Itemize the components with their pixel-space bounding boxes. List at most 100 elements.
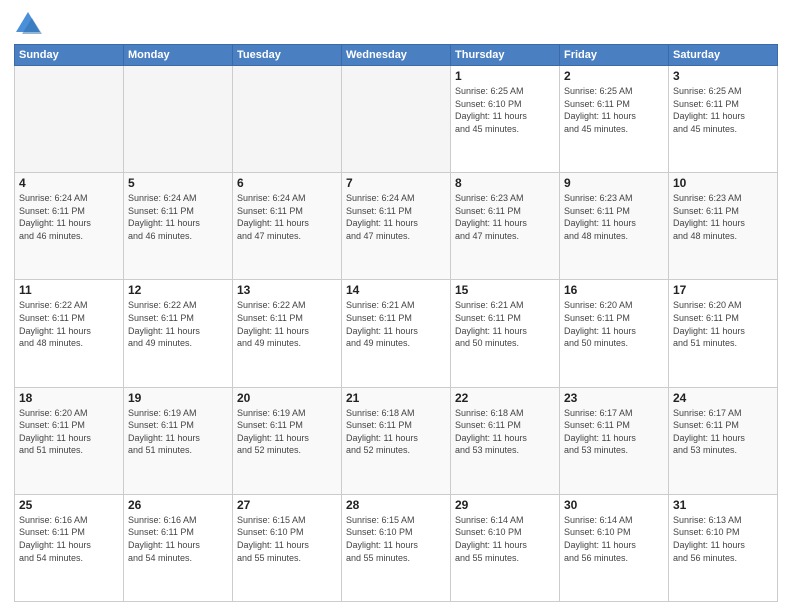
day-info: Sunrise: 6:20 AMSunset: 6:11 PMDaylight:… [19,407,119,457]
weekday-header-friday: Friday [560,45,669,66]
day-number: 19 [128,391,228,405]
calendar-cell [342,66,451,173]
calendar-cell: 30Sunrise: 6:14 AMSunset: 6:10 PMDayligh… [560,494,669,601]
day-info: Sunrise: 6:23 AMSunset: 6:11 PMDaylight:… [455,192,555,242]
day-number: 5 [128,176,228,190]
day-info: Sunrise: 6:21 AMSunset: 6:11 PMDaylight:… [346,299,446,349]
calendar-cell [233,66,342,173]
calendar-cell: 17 Sunrise: 6:20 AMSunset: 6:11 PMDayligh… [669,280,778,387]
day-info: Sunrise: 6:14 AMSunset: 6:10 PMDaylight:… [455,514,555,564]
day-number: 24 [673,391,773,405]
day-info: Sunrise: 6:15 AMSunset: 6:10 PMDaylight:… [346,514,446,564]
weekday-header-tuesday: Tuesday [233,45,342,66]
day-info: Sunrise: 6:25 AMSunset: 6:11 PMDaylight:… [673,85,773,135]
weekday-header-row: SundayMondayTuesdayWednesdayThursdayFrid… [15,45,778,66]
day-number: 28 [346,498,446,512]
header [14,10,778,38]
calendar-cell: 2 Sunrise: 6:25 AMSunset: 6:11 PMDaylight… [560,66,669,173]
day-number: 8 [455,176,555,190]
day-number: 1 [455,69,555,83]
day-number: 17 [673,283,773,297]
day-info: Sunrise: 6:18 AMSunset: 6:11 PMDaylight:… [455,407,555,457]
calendar-cell: 19 Sunrise: 6:19 AMSunset: 6:11 PMDayligh… [124,387,233,494]
weekday-header-sunday: Sunday [15,45,124,66]
day-info: Sunrise: 6:23 AMSunset: 6:11 PMDaylight:… [564,192,664,242]
calendar-cell: 22 Sunrise: 6:18 AMSunset: 6:11 PMDayligh… [451,387,560,494]
calendar-week-5: 25 Sunrise: 6:16 AMSunset: 6:11 PMDayligh… [15,494,778,601]
calendar-week-2: 4 Sunrise: 6:24 AMSunset: 6:11 PMDaylight… [15,173,778,280]
logo-icon [14,10,42,38]
day-number: 11 [19,283,119,297]
day-info: Sunrise: 6:17 AMSunset: 6:11 PMDaylight:… [673,407,773,457]
day-number: 9 [564,176,664,190]
day-info: Sunrise: 6:16 AMSunset: 6:11 PMDaylight:… [19,514,119,564]
day-info: Sunrise: 6:22 AMSunset: 6:11 PMDaylight:… [19,299,119,349]
calendar-cell: 5 Sunrise: 6:24 AMSunset: 6:11 PMDaylight… [124,173,233,280]
calendar-cell: 16 Sunrise: 6:20 AMSunset: 6:11 PMDayligh… [560,280,669,387]
page: SundayMondayTuesdayWednesdayThursdayFrid… [0,0,792,612]
day-number: 10 [673,176,773,190]
day-number: 7 [346,176,446,190]
calendar-cell: 21 Sunrise: 6:18 AMSunset: 6:11 PMDayligh… [342,387,451,494]
day-number: 21 [346,391,446,405]
day-info: Sunrise: 6:13 AMSunset: 6:10 PMDaylight:… [673,514,773,564]
day-info: Sunrise: 6:20 AMSunset: 6:11 PMDaylight:… [564,299,664,349]
weekday-header-saturday: Saturday [669,45,778,66]
day-number: 16 [564,283,664,297]
calendar-cell: 9 Sunrise: 6:23 AMSunset: 6:11 PMDaylight… [560,173,669,280]
calendar-cell [124,66,233,173]
calendar-cell: 31 Sunrise: 6:13 AMSunset: 6:10 PMDayligh… [669,494,778,601]
day-info: Sunrise: 6:21 AMSunset: 6:11 PMDaylight:… [455,299,555,349]
calendar-cell: 24 Sunrise: 6:17 AMSunset: 6:11 PMDayligh… [669,387,778,494]
day-number: 25 [19,498,119,512]
calendar-cell: 27 Sunrise: 6:15 AMSunset: 6:10 PMDayligh… [233,494,342,601]
calendar-cell: 18 Sunrise: 6:20 AMSunset: 6:11 PMDayligh… [15,387,124,494]
day-number: 12 [128,283,228,297]
day-number: 3 [673,69,773,83]
day-info: Sunrise: 6:23 AMSunset: 6:11 PMDaylight:… [673,192,773,242]
calendar-cell: 8 Sunrise: 6:23 AMSunset: 6:11 PMDaylight… [451,173,560,280]
calendar-cell: 25 Sunrise: 6:16 AMSunset: 6:11 PMDayligh… [15,494,124,601]
calendar-cell: 3 Sunrise: 6:25 AMSunset: 6:11 PMDaylight… [669,66,778,173]
day-number: 30 [564,498,664,512]
day-info: Sunrise: 6:24 AMSunset: 6:11 PMDaylight:… [128,192,228,242]
calendar-cell: 10 Sunrise: 6:23 AMSunset: 6:11 PMDayligh… [669,173,778,280]
calendar-cell: 15Sunrise: 6:21 AMSunset: 6:11 PMDayligh… [451,280,560,387]
day-info: Sunrise: 6:25 AMSunset: 6:11 PMDaylight:… [564,85,664,135]
day-number: 18 [19,391,119,405]
calendar-cell: 7Sunrise: 6:24 AMSunset: 6:11 PMDaylight… [342,173,451,280]
calendar-week-1: 1Sunrise: 6:25 AMSunset: 6:10 PMDaylight… [15,66,778,173]
day-number: 20 [237,391,337,405]
calendar-week-4: 18 Sunrise: 6:20 AMSunset: 6:11 PMDayligh… [15,387,778,494]
day-info: Sunrise: 6:18 AMSunset: 6:11 PMDaylight:… [346,407,446,457]
day-number: 2 [564,69,664,83]
day-number: 22 [455,391,555,405]
weekday-header-thursday: Thursday [451,45,560,66]
weekday-header-wednesday: Wednesday [342,45,451,66]
day-number: 4 [19,176,119,190]
calendar-cell: 6 Sunrise: 6:24 AMSunset: 6:11 PMDaylight… [233,173,342,280]
logo [14,10,46,38]
day-info: Sunrise: 6:24 AMSunset: 6:11 PMDaylight:… [237,192,337,242]
calendar-table: SundayMondayTuesdayWednesdayThursdayFrid… [14,44,778,602]
calendar-cell: 4 Sunrise: 6:24 AMSunset: 6:11 PMDaylight… [15,173,124,280]
calendar-cell: 29 Sunrise: 6:14 AMSunset: 6:10 PMDayligh… [451,494,560,601]
day-info: Sunrise: 6:20 AMSunset: 6:11 PMDaylight:… [673,299,773,349]
day-number: 23 [564,391,664,405]
calendar-week-3: 11 Sunrise: 6:22 AMSunset: 6:11 PMDayligh… [15,280,778,387]
day-number: 6 [237,176,337,190]
day-info: Sunrise: 6:15 AMSunset: 6:10 PMDaylight:… [237,514,337,564]
calendar-cell: 14Sunrise: 6:21 AMSunset: 6:11 PMDayligh… [342,280,451,387]
day-info: Sunrise: 6:24 AMSunset: 6:11 PMDaylight:… [19,192,119,242]
calendar-cell: 1Sunrise: 6:25 AMSunset: 6:10 PMDaylight… [451,66,560,173]
day-info: Sunrise: 6:17 AMSunset: 6:11 PMDaylight:… [564,407,664,457]
day-number: 13 [237,283,337,297]
day-number: 31 [673,498,773,512]
day-info: Sunrise: 6:22 AMSunset: 6:11 PMDaylight:… [128,299,228,349]
day-number: 27 [237,498,337,512]
calendar-cell: 23 Sunrise: 6:17 AMSunset: 6:11 PMDayligh… [560,387,669,494]
calendar-cell: 11 Sunrise: 6:22 AMSunset: 6:11 PMDayligh… [15,280,124,387]
day-number: 29 [455,498,555,512]
day-number: 26 [128,498,228,512]
day-info: Sunrise: 6:19 AMSunset: 6:11 PMDaylight:… [128,407,228,457]
